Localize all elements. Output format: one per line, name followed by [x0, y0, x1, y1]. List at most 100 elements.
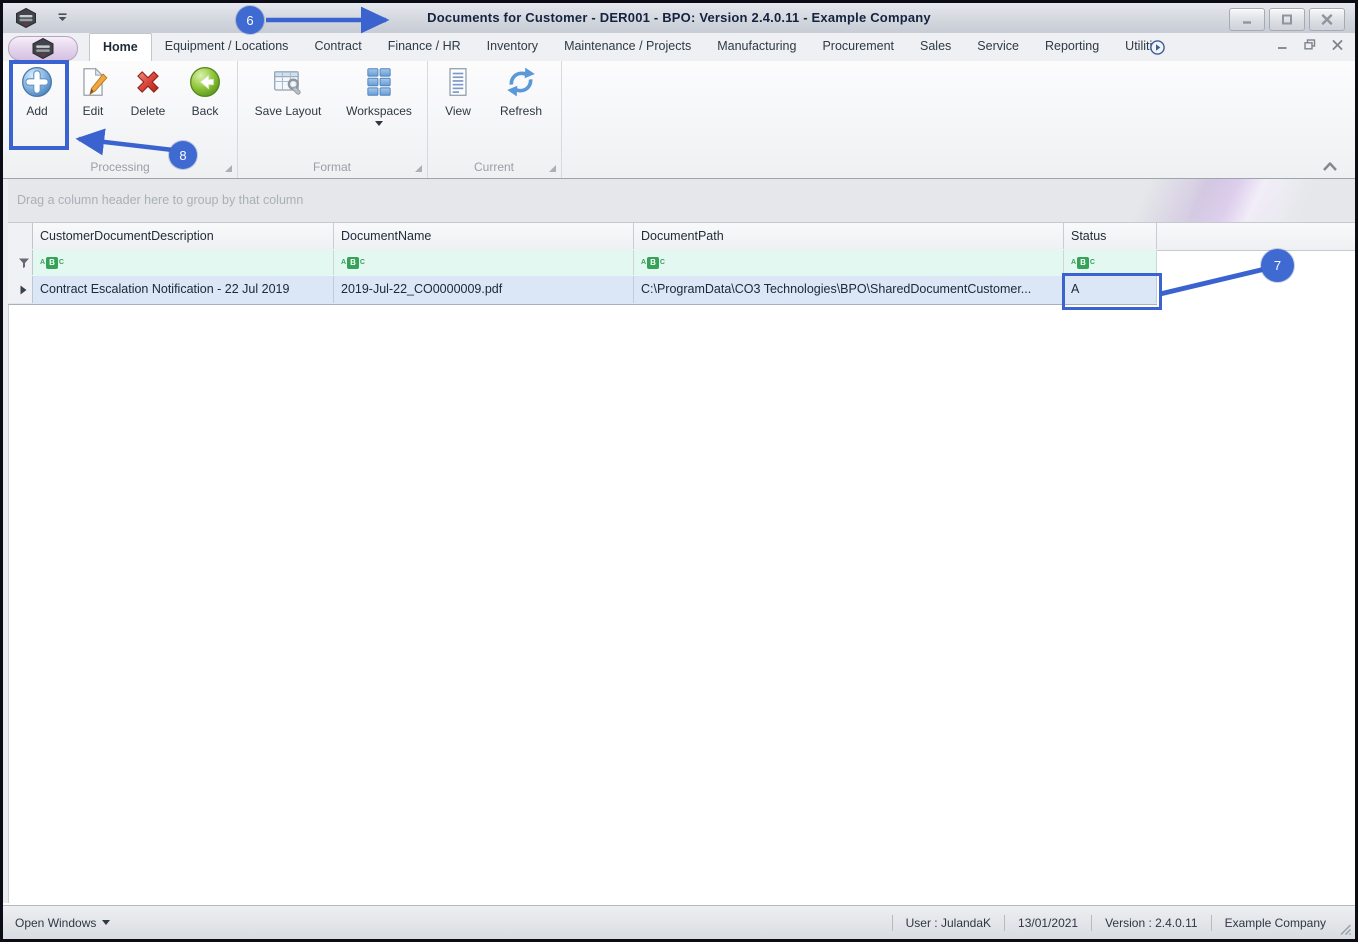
callout-8: 8 [169, 141, 197, 169]
filter-cell-status[interactable]: ABC [1064, 250, 1157, 275]
tab-reporting[interactable]: Reporting [1032, 33, 1112, 61]
app-window: Documents for Customer - DER001 - BPO: V… [0, 0, 1358, 942]
tab-inventory[interactable]: Inventory [474, 33, 551, 61]
tab-finance-hr[interactable]: Finance / HR [375, 33, 474, 61]
delete-button-label: Delete [130, 104, 166, 118]
refresh-button-label: Refresh [499, 104, 543, 118]
callout-6: 6 [236, 6, 264, 34]
minimize-button[interactable] [1229, 8, 1265, 31]
workspaces-dropdown-icon [375, 121, 383, 126]
ribbon: Processing Format Current Add Edit Delet… [3, 61, 1355, 179]
group-by-panel[interactable]: Drag a column header here to group by th… [8, 179, 1355, 222]
abc-filter-icon: ABC [641, 256, 665, 269]
ribbon-group-label: Current [473, 160, 514, 174]
tab-sales[interactable]: Sales [907, 33, 964, 61]
workspaces-button-label: Workspaces [346, 104, 412, 118]
status-date: 13/01/2021 [1004, 914, 1091, 931]
status-company: Example Company [1210, 914, 1339, 931]
column-header-document-path[interactable]: DocumentPath [634, 223, 1064, 249]
mdi-minimize-button[interactable] [1277, 40, 1288, 50]
add-button[interactable]: Add [10, 65, 64, 118]
view-icon [449, 68, 467, 96]
group-by-hint: Drag a column header here to group by th… [17, 193, 304, 207]
ribbon-tab-row: Home Equipment / Locations Contract Fina… [3, 33, 1355, 61]
mdi-close-button[interactable] [1332, 39, 1343, 50]
maximize-button[interactable] [1269, 8, 1305, 31]
callout-7: 7 [1261, 249, 1294, 282]
status-version: Version : 2.4.0.11 [1091, 914, 1211, 931]
title-bar: Documents for Customer - DER001 - BPO: V… [3, 3, 1355, 34]
tab-utilities[interactable]: Utiliti [1112, 33, 1154, 61]
filter-cell-description[interactable]: ABC [33, 250, 334, 275]
abc-filter-icon: ABC [341, 256, 365, 269]
edit-button-label: Edit [82, 104, 104, 118]
cell-document-name[interactable]: 2019-Jul-22_CO0000009.pdf [334, 276, 634, 303]
add-icon [22, 67, 52, 97]
filter-cell-document-name[interactable]: ABC [334, 250, 634, 275]
close-button[interactable] [1309, 8, 1345, 31]
delete-icon [137, 71, 159, 93]
back-button-label: Back [191, 104, 219, 118]
view-button-label: View [445, 104, 471, 118]
tab-equipment-locations[interactable]: Equipment / Locations [152, 33, 302, 61]
tab-contract[interactable]: Contract [301, 33, 374, 61]
open-windows-button[interactable]: Open Windows [15, 906, 111, 939]
view-button[interactable]: View [434, 65, 482, 118]
grid-filter-row: ABC ABC ABC ABC [8, 250, 1157, 277]
row-marker-icon [20, 285, 27, 294]
refresh-button[interactable]: Refresh [492, 65, 550, 118]
filter-row-indicator [8, 250, 33, 275]
abc-filter-icon: ABC [40, 256, 64, 269]
column-header-customer-document-description[interactable]: CustomerDocumentDescription [33, 223, 334, 249]
column-header-status[interactable]: Status [1064, 223, 1157, 249]
tab-home[interactable]: Home [89, 33, 152, 61]
open-windows-label: Open Windows [15, 915, 97, 930]
column-header-document-name[interactable]: DocumentName [334, 223, 634, 249]
window-title: Documents for Customer - DER001 - BPO: V… [427, 10, 931, 25]
dialog-launcher-icon[interactable] [225, 165, 232, 172]
row-selector-cell [8, 276, 33, 303]
mdi-restore-button[interactable] [1304, 39, 1316, 50]
cell-document-path[interactable]: C:\ProgramData\CO3 Technologies\BPO\Shar… [634, 276, 1064, 303]
close-icon [1321, 14, 1333, 25]
column-header-filler [1157, 223, 1355, 249]
filter-funnel-icon [18, 258, 29, 268]
maximize-icon [1282, 14, 1292, 25]
workspaces-icon [367, 68, 391, 96]
tab-procurement[interactable]: Procurement [809, 33, 907, 61]
ribbon-group-label: Processing [90, 160, 150, 174]
open-windows-caret-icon [102, 920, 111, 925]
collapse-ribbon-icon[interactable] [1321, 161, 1339, 172]
refresh-icon [507, 67, 535, 97]
status-bar: Open Windows User : JulandaK 13/01/2021 … [3, 905, 1355, 939]
tab-scroll-right-icon[interactable] [1150, 39, 1166, 55]
filter-cell-document-path[interactable]: ABC [634, 250, 1064, 275]
grid-header-row: CustomerDocumentDescription DocumentName… [8, 222, 1355, 251]
tab-service[interactable]: Service [964, 33, 1032, 61]
back-button[interactable]: Back [179, 65, 231, 118]
status-user: User : JulandaK [891, 914, 1004, 931]
workspaces-button[interactable]: Workspaces [339, 65, 419, 126]
add-button-label: Add [26, 104, 48, 118]
group-band-decoration [1055, 179, 1355, 222]
resize-grip-icon[interactable] [1338, 922, 1352, 936]
ribbon-group-label: Format [312, 160, 351, 174]
app-logo-icon [32, 38, 54, 59]
save-layout-button-label: Save Layout [254, 104, 322, 118]
cell-status[interactable]: A [1064, 276, 1157, 303]
delete-button[interactable]: Delete [119, 65, 177, 118]
cell-customer-document-description[interactable]: Contract Escalation Notification - 22 Ju… [33, 276, 334, 303]
save-layout-button[interactable]: Save Layout [247, 65, 329, 118]
edit-icon [83, 67, 108, 96]
back-icon [190, 67, 220, 97]
dialog-launcher-icon[interactable] [415, 165, 422, 172]
save-layout-icon [274, 71, 301, 95]
dialog-launcher-icon[interactable] [549, 165, 556, 172]
tab-maintenance-projects[interactable]: Maintenance / Projects [551, 33, 704, 61]
tab-manufacturing[interactable]: Manufacturing [704, 33, 809, 61]
documents-grid: Drag a column header here to group by th… [3, 178, 1355, 903]
application-menu-button[interactable] [8, 36, 78, 61]
table-row[interactable]: Contract Escalation Notification - 22 Ju… [8, 276, 1157, 305]
minimize-icon [1243, 20, 1251, 24]
edit-button[interactable]: Edit [69, 65, 117, 118]
